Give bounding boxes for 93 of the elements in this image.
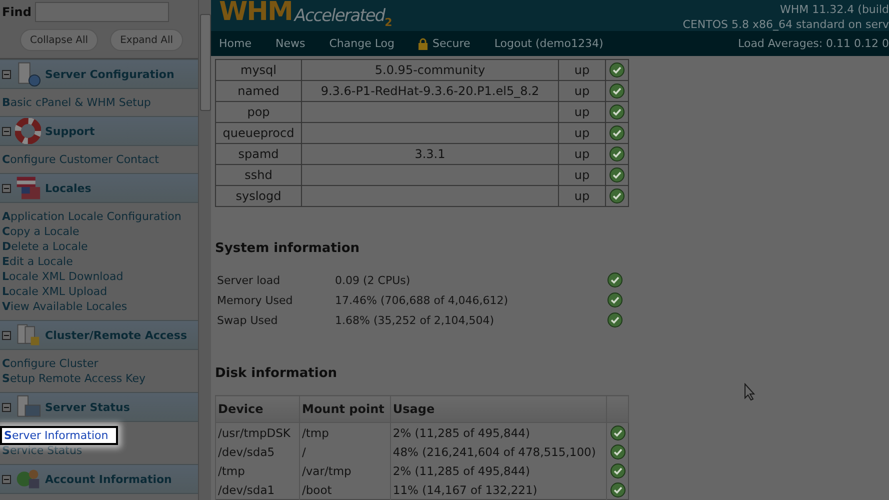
table-cell: 3.3.1 <box>302 144 558 164</box>
column-header: Usage <box>390 396 607 422</box>
sidebar-link[interactable]: Configure Customer Contact <box>0 152 159 167</box>
table-cell-text: Server load <box>216 272 282 288</box>
column-header: Device <box>216 396 300 422</box>
sidebar-link[interactable]: Edit a Locale <box>0 254 73 269</box>
section-header[interactable]: Cluster/Remote Access <box>0 320 198 350</box>
section-title: Server Status <box>45 400 130 414</box>
sidebar-link[interactable]: Server Information <box>0 426 118 445</box>
column-header: Mount point <box>300 396 390 422</box>
logo-mark: 2 <box>384 16 392 30</box>
section-icon <box>15 175 41 201</box>
nav-link[interactable]: Change Log <box>329 37 394 50</box>
section-icon <box>15 118 41 144</box>
table-cell: 2% (11,285 of 495,844) <box>390 461 607 480</box>
section-header[interactable]: Server Status <box>0 392 198 422</box>
section-header[interactable]: Locales <box>0 173 198 203</box>
table-cell: up <box>558 80 606 102</box>
nav-link[interactable]: Secure <box>418 37 470 50</box>
section-heading: Disk information <box>215 366 338 381</box>
sidebar-link[interactable]: Delete a Locale <box>0 239 88 254</box>
sidebar-button[interactable]: Expand All <box>110 29 184 51</box>
section-header[interactable]: Support <box>0 116 198 146</box>
section-title: Locales <box>45 182 92 194</box>
section-header[interactable]: Account Information <box>0 464 198 494</box>
table-cell: up <box>558 122 606 144</box>
section-title: Support <box>45 124 95 138</box>
table-cell: spamd <box>216 144 302 164</box>
lock-icon <box>418 38 428 50</box>
table-cell: 5.0.95-community <box>302 60 558 80</box>
table-cell: /tmp <box>300 422 390 442</box>
section-title: Server Configuration <box>45 68 174 80</box>
table-cell: /dev/sda1 <box>216 480 300 500</box>
table-cell-text: Memory Used <box>216 292 294 308</box>
nav-link[interactable]: News <box>275 37 306 50</box>
table-cell: up <box>558 186 606 206</box>
collapse-icon[interactable] <box>2 70 11 78</box>
sidebar-link[interactable]: View Available Locales <box>0 299 128 314</box>
table-cell: /usr/tmpDSK <box>216 422 300 442</box>
section-title: Cluster/Remote Access <box>45 328 187 342</box>
table-cell-text: 1.68% (35,252 of 2,104,504) <box>334 312 496 328</box>
table-cell: up <box>558 144 606 164</box>
table-cell: /dev/sda5 <box>216 442 300 461</box>
collapse-icon[interactable] <box>2 474 11 484</box>
logo-subtitle: Accelerated <box>294 7 385 26</box>
section-heading: System information <box>215 241 361 256</box>
logo-text: WHM <box>219 0 292 26</box>
table-cell: sshd <box>216 164 302 186</box>
sidebar-link[interactable]: Application Locale Configuration <box>0 209 182 224</box>
section-icon <box>15 394 41 420</box>
table-cell: /boot <box>300 480 390 500</box>
collapse-icon[interactable] <box>2 330 11 340</box>
sidebar-scrollbar[interactable] <box>198 0 211 500</box>
mouse-pointer-icon <box>744 383 756 401</box>
table-cell: 11% (14,167 of 132,221) <box>390 480 607 500</box>
table-cell: 2% (11,285 of 495,844) <box>390 422 607 442</box>
table-cell: mysql <box>216 60 302 80</box>
collapse-icon[interactable] <box>2 402 11 412</box>
find-label: Find <box>2 5 32 19</box>
collapse-icon[interactable] <box>2 184 11 192</box>
sidebar-link[interactable]: Basic cPanel & WHM Setup <box>0 95 151 110</box>
table-cell: /tmp <box>216 461 300 480</box>
sidebar-button[interactable]: Collapse All <box>20 29 98 51</box>
table-cell: up <box>558 164 606 186</box>
table-cell-text: Swap Used <box>216 312 279 328</box>
table-cell-text: 17.46% (706,688 of 4,046,612) <box>334 292 510 308</box>
sidebar-link[interactable]: Locale XML Download <box>0 269 124 284</box>
version-text: WHM 11.32.4 (build <box>779 2 889 17</box>
section-icon <box>15 322 41 348</box>
find-field[interactable] <box>35 2 170 22</box>
table-cell: queueprocd <box>216 122 302 144</box>
nav-link[interactable]: Logout (demo1234) <box>494 37 604 50</box>
nav-link[interactable]: Home <box>219 37 252 50</box>
table-cell: 48% (216,241,604 of 478,515,100) <box>390 442 607 461</box>
table-cell: /var/tmp <box>300 461 390 480</box>
table-cell-text: 0.09 (2 CPUs) <box>334 272 412 288</box>
sidebar-link[interactable]: Configure Cluster <box>0 356 98 371</box>
table-cell: syslogd <box>216 186 302 206</box>
sidebar-link[interactable]: Service Status <box>0 443 82 458</box>
table-cell: pop <box>216 102 302 122</box>
collapse-icon[interactable] <box>2 126 11 136</box>
table-cell: up <box>558 60 606 80</box>
section-header[interactable]: Server Configuration <box>0 59 198 89</box>
os-text: CENTOS 5.8 x86_64 standard on serv <box>682 17 889 32</box>
table-cell: named <box>216 80 302 102</box>
table-cell: 9.3.6-P1-RedHat-9.3.6-20.P1.el5_8.2 <box>302 80 558 102</box>
table-cell: / <box>300 442 390 461</box>
section-title: Account Information <box>45 472 172 486</box>
sidebar-link[interactable]: Locale XML Upload <box>0 284 108 299</box>
load-averages: Load Averages: 0.11 0.12 0 <box>738 37 889 50</box>
sidebar-link[interactable]: Setup Remote Access Key <box>0 371 146 386</box>
table-cell: up <box>558 102 606 122</box>
sidebar-link[interactable]: Copy a Locale <box>0 224 80 239</box>
